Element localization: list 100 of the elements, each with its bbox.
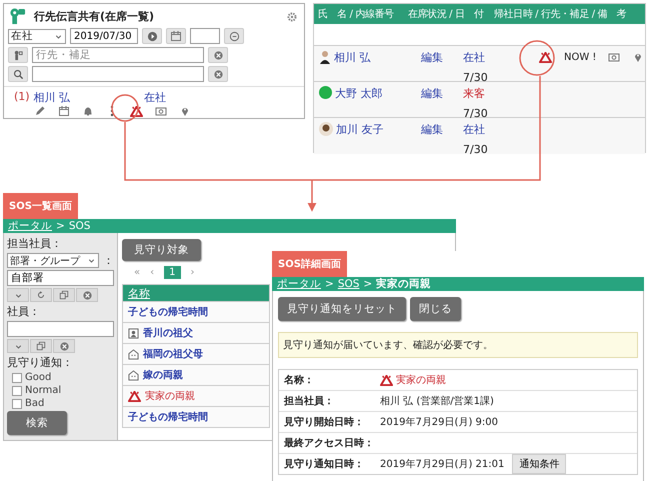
field-label: 名称： (284, 374, 315, 387)
widget-title: 行先伝言共有(在席一覧) (34, 9, 156, 24)
dropdown-button[interactable] (7, 288, 29, 302)
status-text[interactable]: 在社 (463, 50, 525, 65)
employee-name[interactable]: 大野 太郎 (335, 86, 382, 101)
action-button[interactable]: 見守り通知をリセット (278, 297, 406, 321)
clear-icon (212, 68, 224, 80)
clear-button[interactable] (76, 288, 98, 302)
copy-button[interactable] (30, 339, 52, 353)
copy-icon (59, 290, 69, 300)
colon-text: ： (103, 253, 114, 268)
checkbox-label: Good (25, 372, 52, 383)
employee-name[interactable]: 相川 弘 (334, 50, 370, 65)
field-label: 最終アクセス日時： (284, 436, 375, 450)
screen-label: SOS詳細画面 (272, 251, 347, 277)
action-button[interactable]: 閉じる (410, 297, 461, 321)
person-button[interactable] (8, 47, 28, 63)
clear-icon (82, 290, 92, 300)
list-row[interactable]: 子どもの帰宅時間 (123, 406, 269, 427)
group-select[interactable]: 部署・グループ (7, 253, 99, 268)
entry-status[interactable]: 在社 (144, 90, 166, 105)
list-row[interactable]: 嫁の両親 (123, 364, 269, 385)
note-field[interactable]: 行先・補足 (32, 47, 204, 63)
field-value: 2019年7月29日(月) 9:00 (380, 416, 498, 429)
date-field[interactable]: 2019/07/30 (70, 28, 138, 44)
time-field[interactable] (190, 28, 220, 44)
refresh-icon (36, 290, 46, 300)
calendar-icon[interactable] (170, 30, 182, 42)
calendar-icon[interactable] (58, 105, 70, 117)
column-header[interactable]: 名称 (123, 285, 269, 301)
breadcrumb-text: > (56, 220, 65, 232)
pencil-icon[interactable] (34, 105, 46, 117)
avatar-icon (319, 50, 331, 64)
field-label: 見守り開始日時： (284, 415, 365, 429)
search-button[interactable]: 検索 (7, 411, 67, 435)
status-select[interactable]: 在社 (8, 28, 66, 44)
person-key-icon (12, 50, 24, 60)
camera-icon[interactable] (155, 105, 167, 117)
alert-icon (130, 106, 143, 116)
highlight-ring (519, 40, 555, 76)
breadcrumb-text: SOS (68, 220, 90, 232)
status-text[interactable]: 来客 (463, 86, 525, 101)
calendar-button[interactable] (166, 28, 186, 44)
list-row[interactable]: 福岡の祖父母 (123, 343, 269, 364)
clear-button[interactable] (208, 66, 228, 82)
alert-icon (380, 374, 393, 386)
field-label: 担当社員： (284, 394, 335, 408)
checkbox-label: Normal (25, 385, 62, 396)
column-header: 氏 名 / 内線番号 (318, 8, 395, 21)
group-field[interactable]: 自部署 (7, 270, 114, 286)
copy-button[interactable] (53, 288, 75, 302)
checkbox[interactable] (12, 398, 22, 408)
play-icon (146, 30, 158, 42)
list-row[interactable]: 子どもの帰宅時間 (123, 301, 269, 322)
clear-button[interactable] (208, 47, 228, 63)
edit-link[interactable]: 編集 (421, 86, 463, 120)
field-label: 見守り通知日時： (284, 457, 365, 471)
clock-button[interactable] (224, 28, 244, 44)
checkbox[interactable] (12, 386, 22, 396)
search-icon (12, 68, 24, 80)
list-row[interactable]: 実家の両親 (123, 385, 269, 406)
edit-link[interactable]: 編集 (421, 122, 463, 156)
date-text: 7/30 (463, 143, 489, 156)
entry-name[interactable]: 相川 弘 (34, 90, 70, 105)
breadcrumb-text: 実家の両親 (376, 277, 432, 291)
bell-icon[interactable] (82, 105, 94, 117)
breadcrumb-text: > (325, 278, 334, 290)
play-button[interactable] (142, 28, 162, 44)
checkbox-label: Bad (25, 398, 44, 409)
logo-icon (9, 8, 26, 25)
field-value: 相川 弘 (営業部/営業1課) (380, 394, 494, 408)
employee-name[interactable]: 加川 友子 (336, 122, 384, 137)
alert-icon (128, 390, 141, 402)
conditions-button[interactable]: 通知条件 (512, 454, 566, 474)
column-header: 在席状況 / 日 付 (408, 8, 485, 21)
edit-link[interactable]: 編集 (421, 50, 463, 84)
watch-target-button[interactable]: 見守り対象 (122, 239, 201, 261)
clear-button[interactable] (53, 339, 75, 353)
search-button[interactable] (8, 66, 28, 82)
employee-field[interactable] (7, 321, 114, 337)
pin-icon[interactable] (179, 105, 191, 117)
refresh-button[interactable] (30, 288, 52, 302)
search-field[interactable] (32, 66, 204, 82)
field-label: 担当社員： (7, 236, 63, 251)
list-row[interactable]: 香川の祖父 (123, 322, 269, 343)
field-value: 2019年7月29日(月) 21:01 (380, 458, 504, 471)
status-text[interactable]: 在社 (463, 122, 525, 137)
clear-icon (212, 50, 224, 60)
column-header: 帰社日時 / 行先・補足 / 備 考 (494, 8, 628, 21)
avatar-icon (319, 122, 333, 136)
settings-icon[interactable] (286, 10, 298, 22)
date-text: 7/30 (463, 71, 489, 84)
camera-icon[interactable] (608, 51, 620, 63)
clear-icon (58, 340, 70, 352)
checkbox[interactable] (12, 372, 22, 382)
screen-label: SOS一覧画面 (3, 193, 78, 219)
highlight-ring (111, 94, 139, 122)
copy-icon (36, 341, 46, 351)
house-face-icon (128, 348, 139, 360)
dropdown-button[interactable] (7, 339, 29, 353)
